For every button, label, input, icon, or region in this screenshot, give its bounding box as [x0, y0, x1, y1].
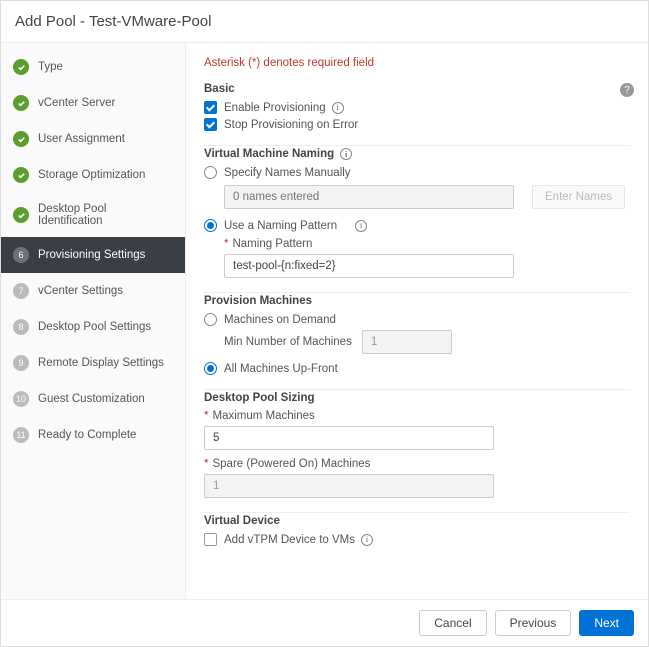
section-virtual-device-title: Virtual Device — [204, 512, 630, 527]
section-provision-machines-title: Provision Machines — [204, 292, 630, 307]
step-label: Desktop Pool Identification — [38, 203, 173, 227]
step-label: vCenter Server — [38, 97, 115, 109]
required-field-note: Asterisk (*) denotes required field — [204, 57, 630, 69]
max-machines-input[interactable] — [204, 426, 494, 450]
specify-names-manually-radio[interactable] — [204, 166, 217, 179]
min-number-label: Min Number of Machines — [224, 336, 352, 348]
step-label: Guest Customization — [38, 393, 145, 405]
content-pane: Asterisk (*) denotes required field Basi… — [186, 43, 648, 599]
wizard-sidebar: Type vCenter Server User Assignment Stor… — [1, 43, 186, 599]
step-label: Desktop Pool Settings — [38, 321, 151, 333]
info-icon[interactable] — [340, 148, 352, 160]
check-icon — [13, 59, 29, 75]
machines-on-demand-label: Machines on Demand — [224, 314, 336, 326]
step-label: Type — [38, 61, 63, 73]
enable-provisioning-label: Enable Provisioning — [224, 102, 326, 114]
step-label: User Assignment — [38, 133, 125, 145]
dialog-body: Type vCenter Server User Assignment Stor… — [1, 43, 648, 599]
section-vm-naming-title: Virtual Machine Naming — [204, 148, 334, 160]
names-entered-input — [224, 185, 514, 209]
enable-provisioning-checkbox[interactable] — [204, 101, 217, 114]
step-number-icon: 9 — [13, 355, 29, 371]
step-number-icon: 6 — [13, 247, 29, 263]
check-icon — [13, 131, 29, 147]
all-machines-upfront-label: All Machines Up-Front — [224, 363, 338, 375]
step-number-icon: 8 — [13, 319, 29, 335]
previous-button[interactable]: Previous — [495, 610, 572, 636]
step-ready-to-complete[interactable]: 11 Ready to Complete — [1, 417, 185, 453]
naming-pattern-input[interactable] — [224, 254, 514, 278]
info-icon[interactable] — [355, 220, 367, 232]
step-number-icon: 7 — [13, 283, 29, 299]
step-label: vCenter Settings — [38, 285, 123, 297]
check-icon — [13, 167, 29, 183]
max-machines-label: Maximum Machines — [212, 410, 314, 422]
specify-names-manually-label: Specify Names Manually — [224, 167, 351, 179]
add-vtpm-label: Add vTPM Device to VMs — [224, 534, 355, 546]
step-storage-optimization[interactable]: Storage Optimization — [1, 157, 185, 193]
add-vtpm-checkbox[interactable] — [204, 533, 217, 546]
spare-machines-label: Spare (Powered On) Machines — [212, 458, 370, 470]
dialog-header: Add Pool - Test-VMware-Pool — [1, 1, 648, 43]
step-label: Provisioning Settings — [38, 249, 145, 261]
check-icon — [13, 95, 29, 111]
required-asterisk: * — [204, 410, 208, 422]
check-icon — [13, 207, 29, 223]
min-number-input — [362, 330, 452, 354]
section-pool-sizing-title: Desktop Pool Sizing — [204, 389, 630, 404]
info-icon[interactable] — [332, 102, 344, 114]
stop-on-error-checkbox[interactable] — [204, 118, 217, 131]
add-pool-dialog: Add Pool - Test-VMware-Pool Type vCenter… — [0, 0, 649, 647]
step-provisioning-settings[interactable]: 6 Provisioning Settings — [1, 237, 185, 273]
step-vcenter-server[interactable]: vCenter Server — [1, 85, 185, 121]
step-user-assignment[interactable]: User Assignment — [1, 121, 185, 157]
step-remote-display-settings[interactable]: 9 Remote Display Settings — [1, 345, 185, 381]
enter-names-button: Enter Names — [532, 185, 625, 209]
next-button[interactable]: Next — [579, 610, 634, 636]
step-type[interactable]: Type — [1, 49, 185, 85]
required-asterisk: * — [204, 458, 208, 470]
step-label: Remote Display Settings — [38, 357, 164, 369]
info-icon[interactable] — [361, 534, 373, 546]
use-naming-pattern-radio[interactable] — [204, 219, 217, 232]
cancel-button[interactable]: Cancel — [419, 610, 486, 636]
step-vcenter-settings[interactable]: 7 vCenter Settings — [1, 273, 185, 309]
section-basic-title: Basic — [204, 83, 630, 95]
help-icon[interactable] — [620, 83, 634, 97]
step-label: Ready to Complete — [38, 429, 136, 441]
use-naming-pattern-label: Use a Naming Pattern — [224, 220, 337, 232]
spare-machines-input[interactable] — [204, 474, 494, 498]
machines-on-demand-radio[interactable] — [204, 313, 217, 326]
required-asterisk: * — [224, 238, 228, 250]
dialog-title: Add Pool - Test-VMware-Pool — [15, 13, 211, 30]
step-label: Storage Optimization — [38, 169, 145, 181]
step-desktop-pool-settings[interactable]: 8 Desktop Pool Settings — [1, 309, 185, 345]
stop-on-error-label: Stop Provisioning on Error — [224, 119, 358, 131]
step-guest-customization[interactable]: 10 Guest Customization — [1, 381, 185, 417]
dialog-footer: Cancel Previous Next — [1, 599, 648, 646]
all-machines-upfront-radio[interactable] — [204, 362, 217, 375]
step-number-icon: 10 — [13, 391, 29, 407]
step-number-icon: 11 — [13, 427, 29, 443]
naming-pattern-label: Naming Pattern — [232, 238, 312, 250]
step-desktop-pool-identification[interactable]: Desktop Pool Identification — [1, 193, 185, 237]
